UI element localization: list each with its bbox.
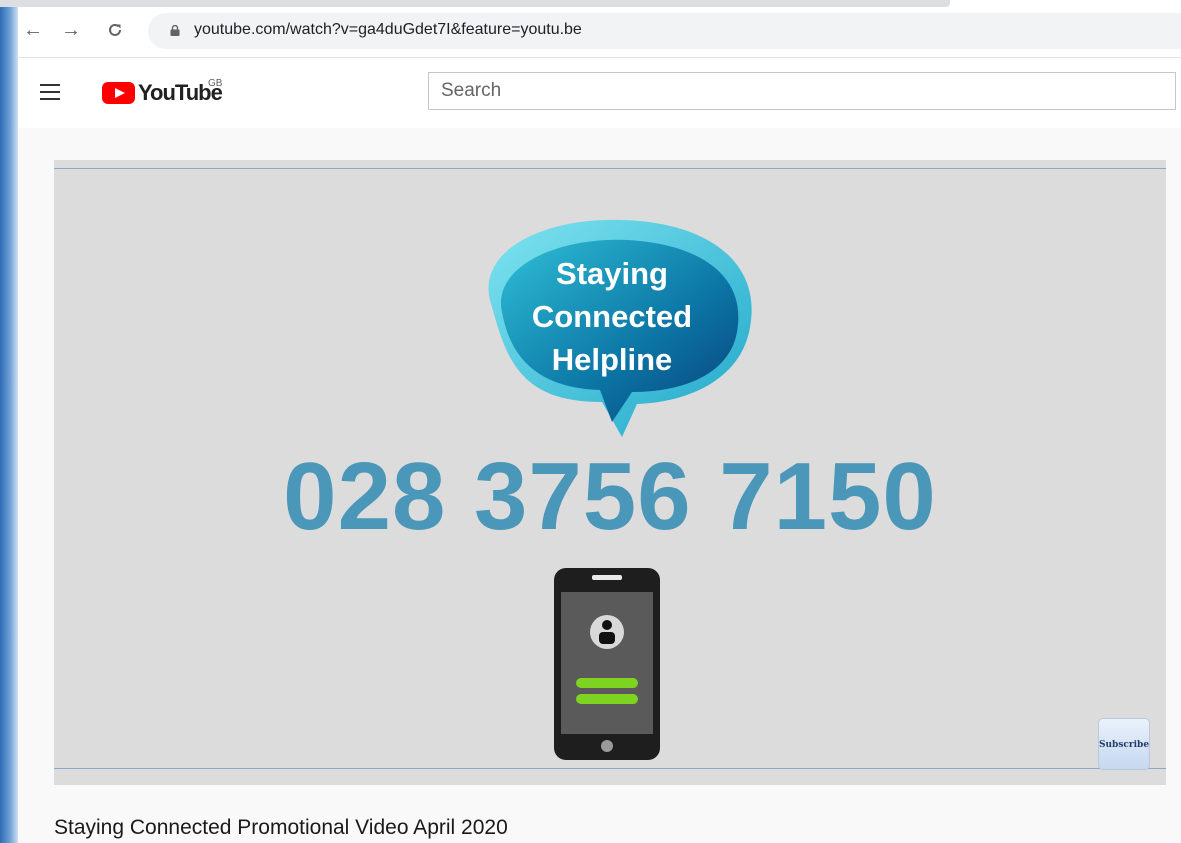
speech-bubble-logo: Staying Connected Helpline <box>462 212 762 442</box>
address-bar[interactable]: youtube.com/watch?v=ga4duGdet7I&feature=… <box>148 13 1181 49</box>
reload-icon <box>109 23 121 36</box>
helpline-number: 028 3756 7150 <box>283 443 937 550</box>
video-player[interactable]: Staying Connected Helpline 028 3756 7150… <box>54 160 1166 785</box>
browser-toolbar: ← → youtube.com/watch?v=ga4duGdet7I&feat… <box>18 10 1181 56</box>
url-text: youtube.com/watch?v=ga4duGdet7I&feature=… <box>194 21 582 38</box>
window-edge <box>0 0 18 843</box>
video-bottom-border <box>54 768 1166 769</box>
youtube-play-icon <box>102 82 135 104</box>
bubble-line-2: Connected <box>531 299 693 334</box>
youtube-header: YouTube GB <box>18 58 1181 128</box>
lock-icon <box>170 25 180 36</box>
bubble-line-3: Helpline <box>551 342 673 377</box>
watch-page-content: Staying Connected Helpline 028 3756 7150… <box>18 128 1181 843</box>
video-title: Staying Connected Promotional Video Apri… <box>54 816 508 839</box>
hamburger-menu-icon[interactable] <box>40 84 60 100</box>
bubble-line-1: Staying <box>556 256 668 291</box>
bubble-text: Staying Connected Helpline <box>462 252 762 381</box>
region-label: GB <box>208 78 223 89</box>
tab-strip <box>0 0 950 7</box>
back-button[interactable]: ← <box>22 18 44 42</box>
subscribe-button[interactable]: Subscribe <box>1098 718 1150 770</box>
reload-button[interactable] <box>104 18 126 42</box>
arrow-right-icon: → <box>61 19 81 41</box>
arrow-left-icon: ← <box>23 19 43 41</box>
video-top-border <box>54 168 1166 169</box>
smartphone-icon <box>554 568 660 760</box>
forward-button[interactable]: → <box>60 18 82 42</box>
search-input[interactable] <box>428 72 1176 110</box>
